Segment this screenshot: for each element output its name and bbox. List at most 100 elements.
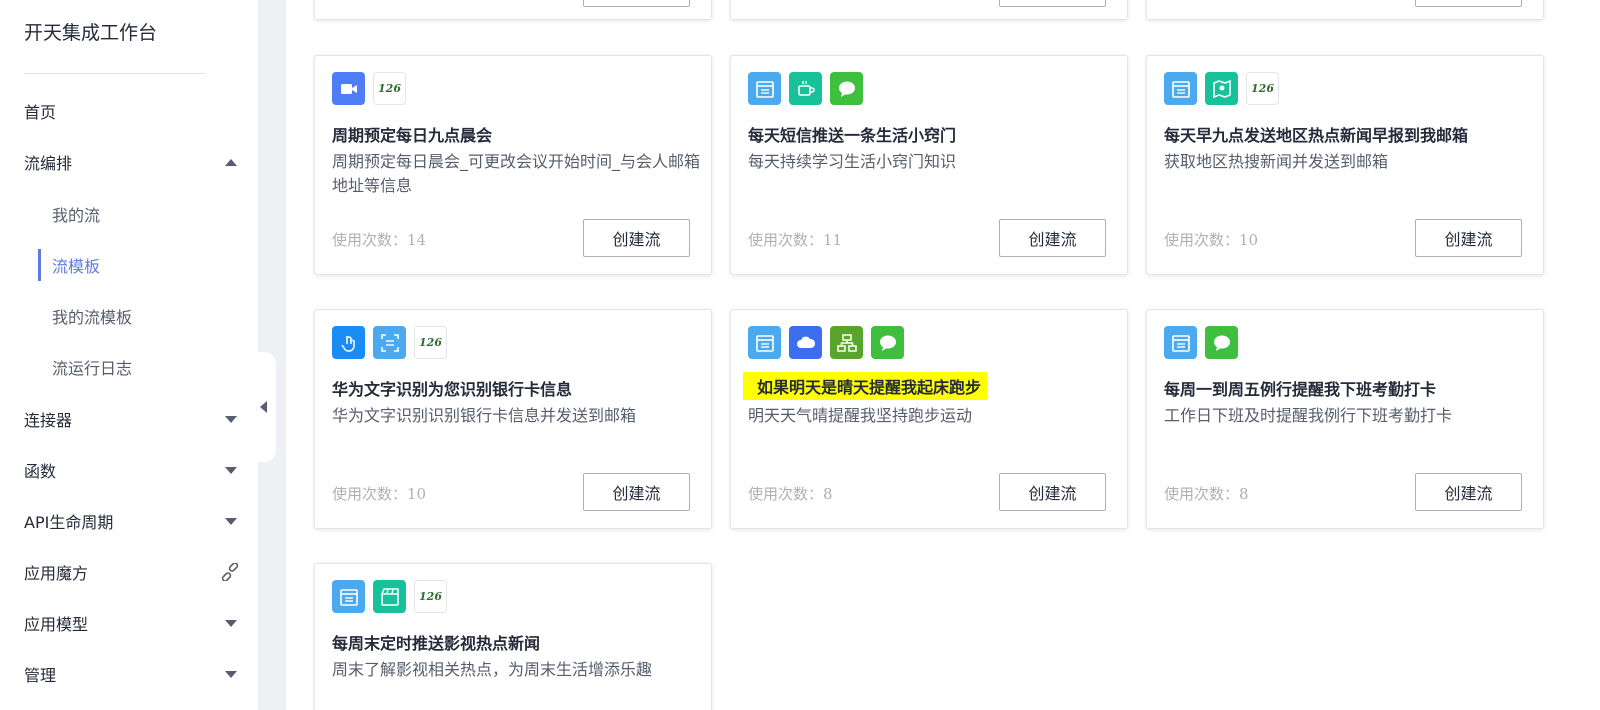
nav-item-connectors[interactable]: 连接器 bbox=[0, 401, 258, 437]
card-title: 每天短信推送一条生活小窍门 bbox=[748, 126, 957, 145]
nav-item-flow-templates[interactable]: 流模板 bbox=[38, 249, 238, 281]
card-title: 周期预定每日九点晨会 bbox=[332, 126, 493, 145]
card-icons bbox=[748, 72, 863, 105]
calendar-schedule-icon bbox=[332, 580, 365, 613]
usage-value: 8 bbox=[1239, 485, 1249, 503]
card-title: 每周一到周五例行提醒我下班考勤打卡 bbox=[1164, 380, 1437, 399]
card-description: 华为文字识别识别银行卡信息并发送到邮箱 bbox=[332, 406, 637, 425]
nav-label: 函数 bbox=[24, 462, 57, 481]
card-title: 每周末定时推送影视热点新闻 bbox=[332, 634, 541, 653]
mail-126-icon: 126 bbox=[414, 580, 447, 613]
nav-label: 首页 bbox=[24, 103, 57, 122]
calendar-schedule-icon bbox=[1164, 72, 1197, 105]
nav-item-api-lifecycle[interactable]: API生命周期 bbox=[0, 503, 258, 539]
map-news-icon bbox=[1205, 72, 1238, 105]
usage-value: 10 bbox=[407, 485, 427, 503]
create-flow-button[interactable]: 创建流 bbox=[583, 219, 690, 257]
usage-count: 使用次数：10 bbox=[1164, 229, 1258, 250]
nav-item-functions[interactable]: 函数 bbox=[0, 452, 258, 488]
clapperboard-icon bbox=[373, 580, 406, 613]
nav-item-my-flows[interactable]: 我的流 bbox=[38, 198, 238, 230]
chevron-down-icon bbox=[225, 517, 237, 525]
usage-value: 11 bbox=[823, 231, 843, 249]
nav-label: 管理 bbox=[24, 666, 57, 685]
mail-126-icon: 126 bbox=[373, 72, 406, 105]
nav-item-flow-orchestration[interactable]: 流编排 bbox=[0, 144, 258, 180]
nav-item-app-cube[interactable]: 应用魔方 bbox=[0, 554, 258, 590]
nav-label: 应用魔方 bbox=[24, 564, 89, 583]
usage-count: 使用次数：8 bbox=[1164, 483, 1249, 504]
nav-label: 我的流 bbox=[52, 206, 101, 225]
nav-item-app-models[interactable]: 应用模型 bbox=[0, 605, 258, 641]
mail-126-icon: 126 bbox=[1246, 72, 1279, 105]
nav-label: API生命周期 bbox=[24, 513, 114, 532]
card-description: 周末了解影视相关热点，为周末生活增添乐趣 bbox=[332, 660, 653, 679]
card-description: 工作日下班及时提醒我例行下班考勤打卡 bbox=[1164, 406, 1453, 425]
external-link-icon bbox=[221, 563, 239, 581]
nav-item-home[interactable]: 首页 bbox=[0, 93, 258, 129]
nav-label: 连接器 bbox=[24, 411, 73, 430]
video-camera-icon bbox=[332, 72, 365, 105]
template-card-partial bbox=[314, 0, 712, 20]
template-card-partial bbox=[730, 0, 1128, 20]
usage-label: 使用次数： bbox=[1164, 231, 1240, 249]
flowchart-icon bbox=[830, 326, 863, 359]
card-icons: 126 bbox=[1164, 72, 1279, 105]
calendar-schedule-icon bbox=[748, 72, 781, 105]
usage-count: 使用次数：14 bbox=[332, 229, 426, 250]
card-icons bbox=[748, 326, 904, 359]
create-flow-button[interactable]: 创建流 bbox=[999, 219, 1106, 257]
card-description: 获取地区热搜新闻并发送到邮箱 bbox=[1164, 152, 1389, 171]
create-flow-button[interactable]: 创建流 bbox=[999, 473, 1106, 511]
template-card: 如果明天是晴天提醒我起床跑步 明天天气晴提醒我坚持跑步运动 使用次数：8 创建流 bbox=[730, 309, 1128, 529]
usage-value: 14 bbox=[407, 231, 427, 249]
create-flow-button[interactable]: 创建流 bbox=[583, 473, 690, 511]
card-title: 华为文字识别为您识别银行卡信息 bbox=[332, 380, 573, 399]
mail-126-icon: 126 bbox=[414, 326, 447, 359]
nav-label: 我的流模板 bbox=[52, 308, 133, 327]
nav-item-flow-logs[interactable]: 流运行日志 bbox=[38, 351, 238, 383]
usage-label: 使用次数： bbox=[332, 231, 408, 249]
card-title-highlighted: 如果明天是晴天提醒我起床跑步 bbox=[743, 372, 988, 400]
sidebar-collapse-toggle[interactable] bbox=[252, 352, 276, 462]
card-description: 明天天气晴提醒我坚持跑步运动 bbox=[748, 406, 973, 425]
usage-label: 使用次数： bbox=[748, 231, 824, 249]
chat-bubble-icon bbox=[830, 72, 863, 105]
template-card: 每周一到周五例行提醒我下班考勤打卡 工作日下班及时提醒我例行下班考勤打卡 使用次… bbox=[1146, 309, 1544, 529]
nav-item-management[interactable]: 管理 bbox=[0, 656, 258, 692]
create-flow-button[interactable] bbox=[1415, 0, 1522, 7]
app-title: 开天集成工作台 bbox=[24, 22, 158, 44]
calendar-schedule-icon bbox=[748, 326, 781, 359]
chat-bubble-icon bbox=[871, 326, 904, 359]
nav-label: 流模板 bbox=[52, 257, 101, 276]
template-card: 126 每天早九点发送地区热点新闻早报到我邮箱 获取地区热搜新闻并发送到邮箱 使… bbox=[1146, 55, 1544, 275]
template-card-partial bbox=[1146, 0, 1544, 20]
nav-label: 流编排 bbox=[24, 154, 73, 173]
create-flow-button[interactable]: 创建流 bbox=[1415, 473, 1522, 511]
create-flow-button[interactable]: 创建流 bbox=[1415, 219, 1522, 257]
chevron-down-icon bbox=[225, 466, 237, 474]
sidebar: 开天集成工作台 首页 流编排 我的流 流模板 我的流模板 流运行日志 连接器 函… bbox=[0, 0, 258, 710]
text-scan-icon bbox=[373, 326, 406, 359]
nav-item-my-flow-templates[interactable]: 我的流模板 bbox=[38, 300, 238, 332]
usage-value: 8 bbox=[823, 485, 833, 503]
card-icons: 126 bbox=[332, 326, 447, 359]
nav-label: 流运行日志 bbox=[52, 359, 133, 378]
chevron-down-icon bbox=[225, 619, 237, 627]
create-flow-button[interactable] bbox=[583, 0, 690, 7]
template-card: 126 周期预定每日九点晨会 周期预定每日晨会_可更改会议开始时间_与会人邮箱地… bbox=[314, 55, 712, 275]
usage-value: 10 bbox=[1239, 231, 1259, 249]
usage-label: 使用次数： bbox=[1164, 485, 1240, 503]
tea-cup-icon bbox=[789, 72, 822, 105]
create-flow-button[interactable] bbox=[999, 0, 1106, 7]
template-card: 126 华为文字识别为您识别银行卡信息 华为文字识别识别银行卡信息并发送到邮箱 … bbox=[314, 309, 712, 529]
calendar-schedule-icon bbox=[1164, 326, 1197, 359]
chevron-down-icon bbox=[225, 415, 237, 423]
usage-label: 使用次数： bbox=[748, 485, 824, 503]
usage-count: 使用次数：8 bbox=[748, 483, 833, 504]
chevron-left-icon bbox=[260, 401, 267, 413]
usage-count: 使用次数：11 bbox=[748, 229, 842, 250]
nav-label: 应用模型 bbox=[24, 615, 89, 634]
card-icons: 126 bbox=[332, 580, 447, 613]
touch-hand-icon bbox=[332, 326, 365, 359]
